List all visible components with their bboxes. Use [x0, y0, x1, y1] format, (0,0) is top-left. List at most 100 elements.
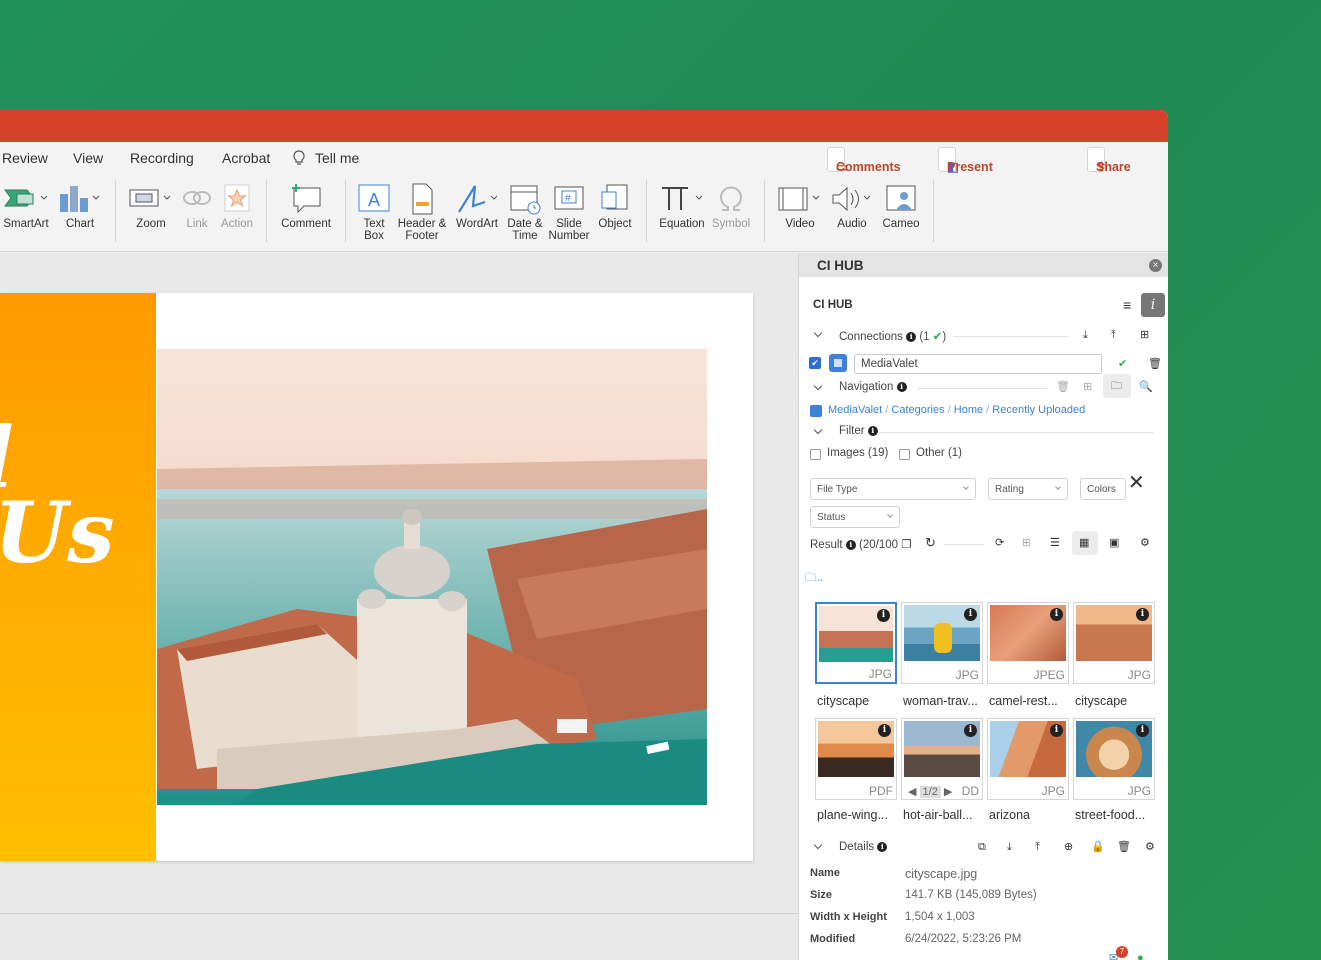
- asset-thumbnail[interactable]: i ◀ 1/2 ▶ DD: [901, 718, 983, 800]
- info-icon[interactable]: i: [1136, 724, 1149, 737]
- pager[interactable]: ◀ 1/2 ▶: [908, 785, 952, 798]
- search-icon[interactable]: 🔍: [1139, 381, 1153, 393]
- add-icon[interactable]: ⊞: [1083, 381, 1092, 393]
- lock-icon[interactable]: 🔒: [1091, 841, 1105, 853]
- asset-thumbnail[interactable]: i JPG: [901, 602, 983, 684]
- reload-icon[interactable]: ↻: [925, 536, 936, 549]
- asset-thumbnail[interactable]: i JPG: [1073, 718, 1155, 800]
- info-icon[interactable]: i: [1050, 724, 1063, 737]
- share-button[interactable]: ⇪ Share: [1087, 147, 1131, 174]
- info-icon: i: [867, 425, 878, 436]
- smartart-button[interactable]: SmartArt: [2, 182, 50, 230]
- cameo-button[interactable]: Cameo: [880, 182, 922, 230]
- clear-filter-icon[interactable]: ✕: [1128, 473, 1145, 493]
- menu-recording[interactable]: Recording: [130, 150, 194, 166]
- trash-icon[interactable]: 🗑: [1117, 841, 1131, 853]
- info-icon[interactable]: i: [877, 609, 890, 622]
- images-checkbox[interactable]: [810, 449, 821, 460]
- user-icon[interactable]: ●: [1137, 952, 1144, 960]
- chevron-down-icon[interactable]: [813, 328, 823, 338]
- breadcrumb-categories[interactable]: Categories: [891, 404, 944, 416]
- info-icon[interactable]: i: [1050, 608, 1063, 621]
- pi-icon: [656, 182, 708, 216]
- rating-select[interactable]: Rating: [988, 478, 1068, 500]
- other-checkbox[interactable]: [899, 449, 910, 460]
- object-button[interactable]: Object: [595, 182, 635, 230]
- audio-button[interactable]: Audio: [828, 182, 876, 230]
- equation-button[interactable]: Equation: [656, 182, 708, 230]
- date-time-button[interactable]: Date & Time: [505, 182, 545, 242]
- chevron-down-icon[interactable]: [813, 425, 823, 435]
- link-button[interactable]: Link: [180, 182, 214, 230]
- detail-modified-value: 6/24/2022, 5:23:26 PM: [905, 933, 1022, 945]
- breadcrumb-home[interactable]: Home: [954, 404, 983, 416]
- grid-view-button[interactable]: ▦: [1072, 531, 1098, 555]
- card-view-icon[interactable]: ▣: [1109, 537, 1119, 549]
- slide-editor[interactable]: l Us: [0, 253, 798, 960]
- close-panel-icon[interactable]: ×: [1149, 259, 1162, 272]
- info-icon[interactable]: i: [964, 608, 977, 621]
- sync-icon[interactable]: ⟳: [995, 537, 1004, 549]
- breadcrumb-recently-uploaded[interactable]: Recently Uploaded: [992, 404, 1085, 416]
- detail-name-value: cityscape.jpg: [905, 867, 978, 881]
- download-icon[interactable]: ⤓: [1083, 329, 1088, 341]
- connection-name-field[interactable]: MediaValet: [854, 354, 1102, 374]
- menu-acrobat[interactable]: Acrobat: [222, 150, 270, 166]
- folder-up[interactable]: 🗀..: [805, 570, 823, 589]
- folder-button[interactable]: 🗀: [1103, 374, 1131, 398]
- settings-gear-icon[interactable]: ⚙: [1140, 537, 1150, 549]
- filter-label: Filter i: [839, 425, 878, 437]
- menu-tell-me[interactable]: Tell me: [315, 150, 359, 166]
- text-box-button[interactable]: A Text Box: [356, 182, 392, 242]
- chart-button[interactable]: Chart: [56, 182, 104, 230]
- open-external-icon[interactable]: ⧉: [978, 841, 986, 853]
- breadcrumb-mediavalet[interactable]: MediaValet: [828, 404, 882, 416]
- menu-view[interactable]: View: [73, 150, 103, 166]
- menu-review[interactable]: Review: [2, 150, 48, 166]
- grid-view-icon: ▦: [1079, 537, 1090, 549]
- add-connection-icon[interactable]: ⊞: [1140, 329, 1149, 341]
- hamburger-menu-icon[interactable]: ≡: [1123, 298, 1131, 312]
- present-in-teams-button[interactable]: ◧Present in Teams: [938, 147, 993, 220]
- list-view-icon[interactable]: ☰: [1050, 537, 1060, 549]
- wordart-button[interactable]: WordArt: [453, 182, 501, 230]
- chevron-down-icon[interactable]: [813, 840, 823, 850]
- upload-icon[interactable]: ⤒: [1035, 841, 1040, 853]
- download-icon[interactable]: ⤓: [1007, 841, 1012, 853]
- chevron-down-icon[interactable]: [813, 381, 823, 391]
- asset-thumbnail[interactable]: i JPEG: [987, 602, 1069, 684]
- comments-button[interactable]: ▭ Comments: [827, 147, 901, 174]
- check-icon: ✔: [1118, 358, 1128, 370]
- upload-icon[interactable]: ⤒: [1111, 329, 1116, 341]
- asset-thumbnail[interactable]: i JPG: [1073, 602, 1155, 684]
- trash-icon[interactable]: 🗑: [1056, 381, 1070, 393]
- info-icon[interactable]: i: [964, 724, 977, 737]
- symbol-button[interactable]: Symbol: [710, 182, 752, 230]
- zoom-button[interactable]: Zoom: [126, 182, 176, 230]
- asset-thumbnail[interactable]: i PDF: [815, 718, 897, 800]
- connection-checkbox[interactable]: ✔: [809, 357, 821, 369]
- other-filter-label: Other (1): [916, 447, 963, 459]
- add-icon[interactable]: ⊞: [1022, 537, 1031, 549]
- comment-button[interactable]: Comment: [278, 182, 334, 230]
- asset-name: plane-wing...: [817, 808, 888, 822]
- action-button[interactable]: Action: [218, 182, 256, 230]
- omega-icon: [710, 182, 752, 216]
- asset-thumbnail[interactable]: i JPG: [987, 718, 1069, 800]
- info-panel-button[interactable]: i: [1141, 293, 1165, 317]
- file-type-select[interactable]: File Type: [810, 478, 976, 500]
- slide-number-button[interactable]: # Slide Number: [547, 182, 591, 242]
- zoom-icon[interactable]: ⊕: [1064, 841, 1073, 853]
- info-icon[interactable]: i: [1136, 608, 1149, 621]
- info-icon[interactable]: i: [878, 724, 891, 737]
- venice-photo[interactable]: [157, 349, 707, 805]
- slide[interactable]: l Us: [0, 293, 753, 861]
- status-select[interactable]: Status: [810, 506, 900, 528]
- asset-thumbnail[interactable]: i JPG: [815, 602, 897, 684]
- trash-icon[interactable]: 🗑: [1148, 358, 1162, 370]
- colors-select[interactable]: Colors: [1080, 478, 1126, 500]
- video-button[interactable]: Video: [775, 182, 825, 230]
- header-footer-button[interactable]: Header & Footer: [396, 182, 448, 242]
- settings-gear-icon[interactable]: ⚙: [1145, 841, 1155, 853]
- info-icon: i: [896, 381, 907, 392]
